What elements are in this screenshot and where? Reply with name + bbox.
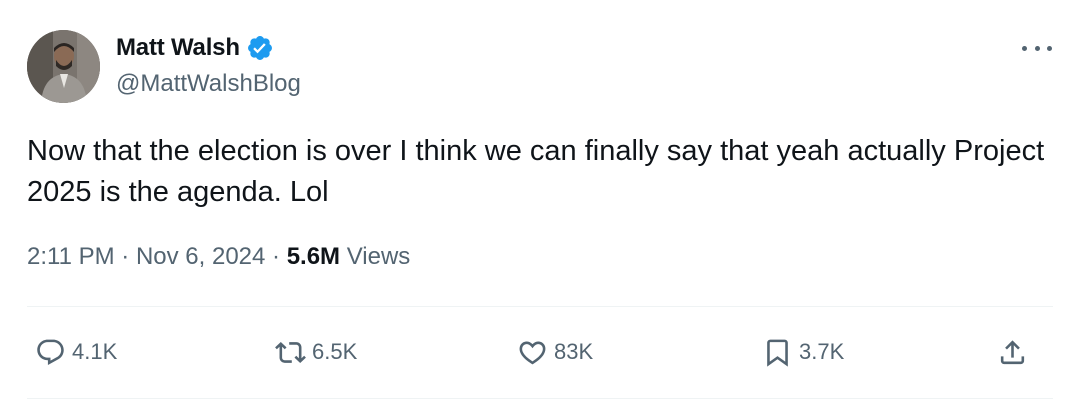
tweet-date[interactable]: Nov 6, 2024: [136, 243, 265, 271]
bookmark-button[interactable]: 3.7K: [762, 330, 844, 374]
share-button[interactable]: [997, 330, 1028, 374]
more-dot-icon: [1022, 45, 1027, 51]
meta-separator: ·: [265, 243, 287, 270]
author-handle[interactable]: @MattWalshBlog: [116, 70, 301, 98]
views-count: 5.6M: [286, 243, 341, 270]
reply-count: 4.1K: [72, 339, 118, 364]
tweet-text: Now that the election is over I think we…: [27, 135, 1053, 208]
avatar[interactable]: [27, 30, 100, 103]
retweet-count: 6.5K: [312, 339, 358, 364]
bookmark-icon: [767, 339, 788, 367]
retweet-icon: [275, 341, 306, 363]
more-options-button[interactable]: [1022, 38, 1052, 58]
views-label: Views: [340, 243, 411, 270]
bookmark-count: 3.7K: [799, 339, 845, 364]
retweet-button[interactable]: 6.5K: [275, 330, 357, 374]
reply-button[interactable]: 4.1K: [35, 330, 117, 374]
more-dot-icon: [1034, 45, 1040, 51]
meta-separator: ·: [114, 243, 136, 270]
avatar-image: [27, 30, 100, 103]
divider: [27, 306, 1053, 307]
reply-icon: [37, 339, 64, 365]
tweet-meta: 2:11 PM · Nov 6, 2024 · 5.6M Views: [27, 243, 410, 271]
share-icon: [1000, 339, 1025, 364]
author-name-row: Matt Walsh: [116, 33, 274, 63]
action-bar: 4.1K 6.5K 83K 3.7K: [27, 330, 1053, 374]
author-display-name[interactable]: Matt Walsh: [116, 34, 240, 62]
like-button[interactable]: 83K: [517, 330, 593, 374]
heart-icon: [519, 341, 546, 364]
tweet-card: Matt Walsh @MattWalshBlog Now that the e…: [0, 0, 1080, 404]
divider: [27, 398, 1053, 399]
verified-badge-icon: [246, 34, 274, 62]
tweet-time[interactable]: 2:11 PM: [27, 243, 115, 271]
like-count: 83K: [554, 339, 594, 364]
more-dot-icon: [1047, 45, 1052, 51]
